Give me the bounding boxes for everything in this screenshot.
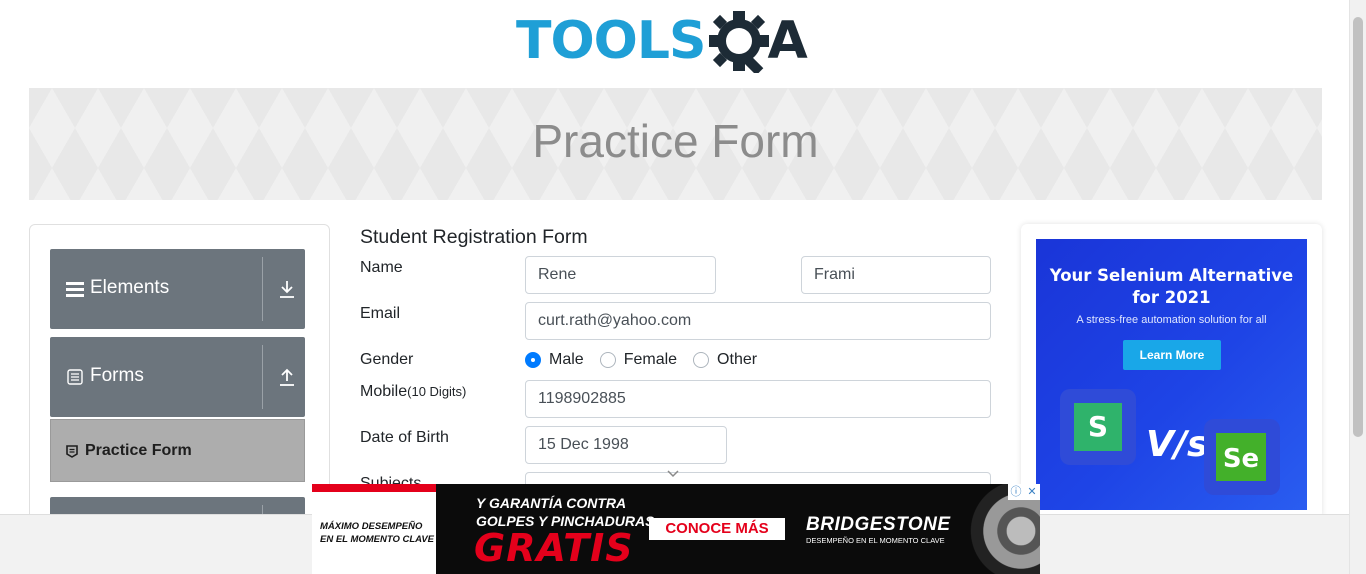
- hamburger-icon: [66, 281, 84, 297]
- email-label: Email: [360, 305, 401, 322]
- sidebar-group-label: Forms: [90, 365, 144, 386]
- scrollbar-thumb[interactable]: [1353, 17, 1363, 437]
- info-icon[interactable]: ⓘ: [1008, 484, 1024, 500]
- learn-more-button[interactable]: Learn More: [1123, 340, 1221, 370]
- page-title: Practice Form: [532, 115, 819, 167]
- bottom-ad-left-panel: MÁXIMO DESEMPEÑO EN EL MOMENTO CLAVE: [312, 484, 436, 574]
- gender-option-label: Other: [717, 351, 758, 368]
- sidebar-group-forms[interactable]: Forms: [50, 337, 305, 417]
- form-icon: [66, 445, 78, 458]
- first-name-input[interactable]: [525, 256, 716, 294]
- bridgestone-logo: BRIDGESTONE: [806, 514, 951, 535]
- bottom-ad-headline-line1: Y GARANTÍA CONTRA: [476, 495, 627, 511]
- last-name-input[interactable]: [801, 256, 991, 294]
- bottom-ad-gratis-text: GRATIS: [474, 526, 634, 570]
- bottom-ad-headline: Y GARANTÍA CONTRA GOLPES Y PINCHADURAS: [476, 494, 654, 530]
- bottom-ad-tagline: DESEMPEÑO EN EL MOMENTO CLAVE: [806, 536, 945, 545]
- chevron-down-icon: [667, 466, 679, 478]
- radio-male[interactable]: [525, 352, 541, 368]
- page: TOOLS A Practice Form Elements Forms Pra…: [0, 0, 1366, 574]
- toolsqa-logo[interactable]: TOOLS A: [516, 4, 808, 78]
- selenium-logo-icon: Se: [1216, 433, 1266, 481]
- dob-label: Date of Birth: [360, 429, 449, 446]
- upload-icon[interactable]: [278, 367, 296, 387]
- red-strip: [312, 484, 436, 492]
- document-list-icon: [66, 369, 84, 385]
- side-ad-title-line2: for 2021: [1132, 288, 1211, 307]
- side-ad-title-line1: Your Selenium Alternative: [1049, 266, 1294, 285]
- side-ad-subtitle: A stress-free automation solution for al…: [1076, 314, 1267, 326]
- sidebar-item-label: Practice Form: [85, 442, 192, 459]
- conoce-mas-button[interactable]: CONOCE MÁS: [649, 518, 785, 540]
- bottom-ad-left-line1: MÁXIMO DESEMPEÑO: [320, 521, 423, 532]
- sidebar-group-label: Elements: [90, 277, 170, 298]
- logo-box-right: Se: [1204, 419, 1280, 495]
- date-of-birth-input[interactable]: [525, 426, 727, 464]
- logo-tools-text: TOOLS: [516, 11, 706, 71]
- sidebar-group-elements[interactable]: Elements: [50, 249, 305, 329]
- divider: [262, 257, 263, 321]
- name-label: Name: [360, 259, 403, 276]
- divider: [262, 345, 263, 409]
- vertical-scrollbar[interactable]: [1349, 0, 1366, 574]
- page-banner: Practice Form: [29, 88, 1322, 200]
- mobile-label: Mobile(10 Digits): [360, 383, 466, 401]
- gender-label: Gender: [360, 351, 414, 368]
- gender-option-label: Male: [549, 351, 584, 368]
- mobile-hint: (10 Digits): [407, 384, 467, 399]
- ad-choices-controls: ⓘ ✕: [1008, 484, 1040, 500]
- download-icon[interactable]: [278, 279, 296, 299]
- email-input[interactable]: [525, 302, 991, 340]
- bottom-ad-main-panel: Y GARANTÍA CONTRA GOLPES Y PINCHADURAS G…: [436, 484, 1040, 574]
- gear-magnifier-icon: [707, 9, 771, 76]
- gender-option-label: Female: [623, 351, 678, 368]
- gender-radio-group: Male Female Other: [525, 350, 773, 370]
- sidebar: Elements Forms Practice Form: [29, 224, 330, 527]
- testsigma-logo-icon: S: [1074, 403, 1122, 451]
- mobile-input[interactable]: [525, 380, 991, 418]
- radio-female[interactable]: [599, 352, 616, 368]
- gender-option-male[interactable]: Male: [525, 350, 584, 370]
- side-ad-banner[interactable]: Your Selenium Alternative for 2021 A str…: [1036, 239, 1307, 510]
- gender-option-other[interactable]: Other: [693, 350, 757, 370]
- close-icon[interactable]: ✕: [1024, 484, 1040, 500]
- bottom-ad-left-text: MÁXIMO DESEMPEÑO EN EL MOMENTO CLAVE: [320, 520, 434, 546]
- logo-box-left: S: [1060, 389, 1136, 465]
- bottom-ad-left-line2: EN EL MOMENTO CLAVE: [320, 534, 435, 545]
- form-title: Student Registration Form: [360, 226, 588, 248]
- side-ad-title: Your Selenium Alternative for 2021: [1036, 265, 1307, 309]
- versus-text: V/s: [1146, 424, 1209, 465]
- sidebar-item-practice-form[interactable]: Practice Form: [50, 419, 305, 482]
- mobile-label-text: Mobile: [360, 383, 408, 400]
- bottom-ad-banner[interactable]: MÁXIMO DESEMPEÑO EN EL MOMENTO CLAVE Y G…: [312, 484, 1040, 574]
- radio-other[interactable]: [693, 352, 710, 368]
- gender-option-female[interactable]: Female: [599, 350, 678, 370]
- logo-a-text: A: [767, 11, 808, 71]
